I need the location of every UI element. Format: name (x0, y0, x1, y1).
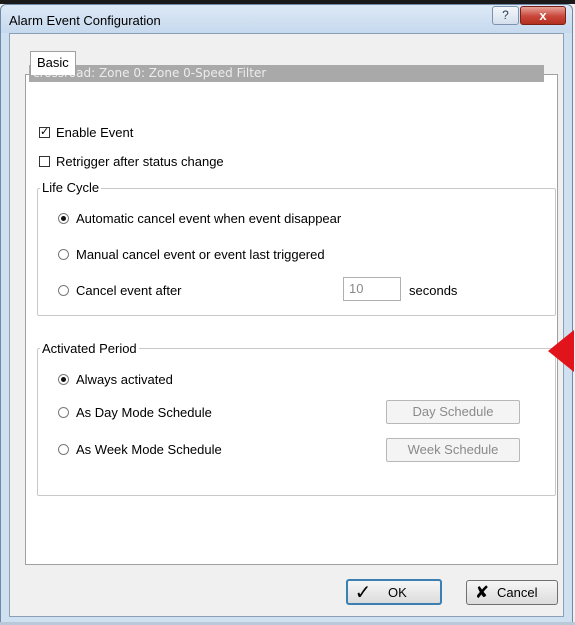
week-schedule-mode-label: As Week Mode Schedule (76, 442, 222, 457)
life-cycle-title: Life Cycle (40, 180, 102, 195)
cancel-button[interactable]: ✘ Cancel (466, 580, 558, 605)
cancel-label: Cancel (497, 585, 538, 600)
cancel-after-seconds-input[interactable]: 10 (343, 277, 401, 301)
radio-cancel-after[interactable] (58, 285, 69, 296)
checkmark-icon: ✓ (354, 581, 372, 604)
enable-event-checkbox-row[interactable]: ✓ Enable Event (39, 125, 133, 140)
close-button[interactable]: x (520, 6, 566, 25)
cancel-after-label: Cancel event after (76, 283, 182, 298)
help-button[interactable]: ? (492, 6, 519, 25)
title-bar[interactable]: Alarm Event Configuration ? x (1, 5, 572, 33)
x-icon: ✘ (474, 582, 490, 602)
life-cycle-option-timed[interactable]: Cancel event after (58, 283, 182, 298)
tab-basic[interactable]: Basic (30, 51, 76, 75)
window-title: Alarm Event Configuration (9, 13, 161, 28)
enable-event-checkbox[interactable]: ✓ (39, 127, 50, 138)
radio-week-schedule[interactable] (58, 444, 69, 455)
period-option-day[interactable]: As Day Mode Schedule (58, 405, 212, 420)
retrigger-checkbox-row[interactable]: Retrigger after status change (39, 154, 224, 169)
ok-label: OK (388, 584, 407, 600)
manual-cancel-label: Manual cancel event or event last trigge… (76, 247, 325, 262)
ok-button[interactable]: ✓ OK (346, 579, 442, 605)
life-cycle-option-auto[interactable]: Automatic cancel event when event disapp… (58, 211, 341, 226)
always-activated-label: Always activated (76, 372, 173, 387)
day-schedule-button[interactable]: Day Schedule (386, 400, 520, 424)
seconds-unit-label: seconds (409, 283, 458, 298)
dialog-client-area: Basic (9, 33, 564, 617)
day-schedule-mode-label: As Day Mode Schedule (76, 405, 212, 420)
retrigger-label: Retrigger after status change (56, 154, 224, 169)
week-schedule-button[interactable]: Week Schedule (386, 438, 520, 462)
retrigger-checkbox[interactable] (39, 156, 50, 167)
enable-event-label: Enable Event (56, 125, 134, 140)
radio-day-schedule[interactable] (58, 407, 69, 418)
red-arrow-icon (548, 330, 574, 372)
period-option-week[interactable]: As Week Mode Schedule (58, 442, 222, 457)
radio-auto-cancel[interactable] (58, 213, 69, 224)
period-option-always[interactable]: Always activated (58, 372, 173, 387)
radio-manual-cancel[interactable] (58, 249, 69, 260)
auto-cancel-label: Automatic cancel event when event disapp… (76, 211, 342, 226)
activated-period-title: Activated Period (40, 341, 139, 356)
life-cycle-option-manual[interactable]: Manual cancel event or event last trigge… (58, 247, 325, 262)
radio-always-activated[interactable] (58, 374, 69, 385)
source-info-bar: crossroad: Zone 0: Zone 0-Speed Filter (29, 65, 544, 82)
